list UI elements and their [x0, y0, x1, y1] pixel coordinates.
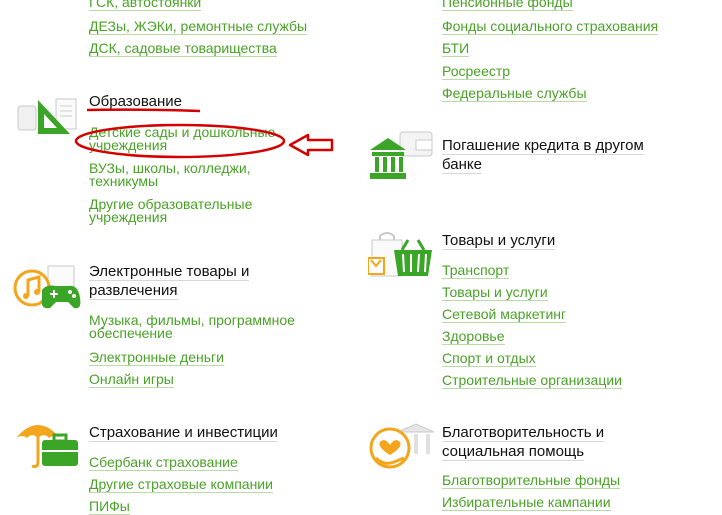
link-other-insurance[interactable]: Другие страховые компании: [89, 476, 273, 493]
goods-title: Товары и услуги: [442, 232, 556, 250]
link-kindergartens[interactable]: Детские сады и дошкольные учреждения: [89, 125, 275, 152]
link-network-marketing[interactable]: Сетевой маркетинг: [442, 306, 567, 323]
heart-hand-icon: [368, 422, 435, 477]
insurance-title: Страхование и инвестиции: [89, 424, 278, 442]
credit-title: Погашение кредита в другом банке: [442, 137, 644, 174]
link-music-films[interactable]: Музыка, фильмы, программное обеспечение: [89, 313, 295, 340]
link-online-games[interactable]: Онлайн игры: [89, 371, 174, 388]
ruler-triangle-icon: [16, 96, 78, 143]
link-federal-services[interactable]: Федеральные службы: [442, 85, 587, 102]
umbrella-briefcase-icon: [14, 418, 80, 477]
link-charity-funds[interactable]: Благотворительные фонды: [442, 472, 621, 489]
charity-title: Благотворительность и социальная помощь: [442, 424, 605, 461]
link-universities[interactable]: ВУЗы, школы, колледжи, техникумы: [89, 161, 251, 188]
link-dsk[interactable]: ДСК, садовые товарищества: [89, 40, 277, 57]
gamepad-music-icon: [12, 264, 82, 319]
link-election-campaigns[interactable]: Избирательные кампании: [442, 494, 611, 511]
annotation-arrow: [288, 133, 334, 157]
link-dez[interactable]: ДЕЗы, ЖЭКи, ремонтные службы: [89, 18, 308, 35]
bank-wallet-icon: [366, 130, 436, 189]
entertainment-title: Электронные товары и развлечения: [89, 263, 250, 300]
link-construction[interactable]: Строительные организации: [442, 372, 622, 389]
link-health[interactable]: Здоровье: [442, 328, 505, 345]
link-e-money[interactable]: Электронные деньги: [89, 349, 224, 366]
link-sport[interactable]: Спорт и отдых: [442, 350, 536, 367]
link-other-education[interactable]: Другие образовательные учреждения: [89, 197, 252, 224]
link-rosreestr[interactable]: Росреестр: [442, 63, 511, 80]
link-pension-funds[interactable]: Пенсионные фонды: [442, 0, 573, 11]
link-transport[interactable]: Транспорт: [442, 262, 510, 279]
link-goods-services[interactable]: Товары и услуги: [442, 284, 548, 301]
link-sberbank-insurance[interactable]: Сбербанк страхование: [89, 454, 238, 471]
basket-bag-icon: [367, 232, 434, 285]
link-bti[interactable]: БТИ: [442, 40, 470, 57]
link-social-insurance[interactable]: Фонды социального страхования: [442, 18, 659, 35]
education-title: Образование: [89, 93, 182, 111]
link-gsk[interactable]: ГСК, автостоянки: [89, 0, 202, 11]
